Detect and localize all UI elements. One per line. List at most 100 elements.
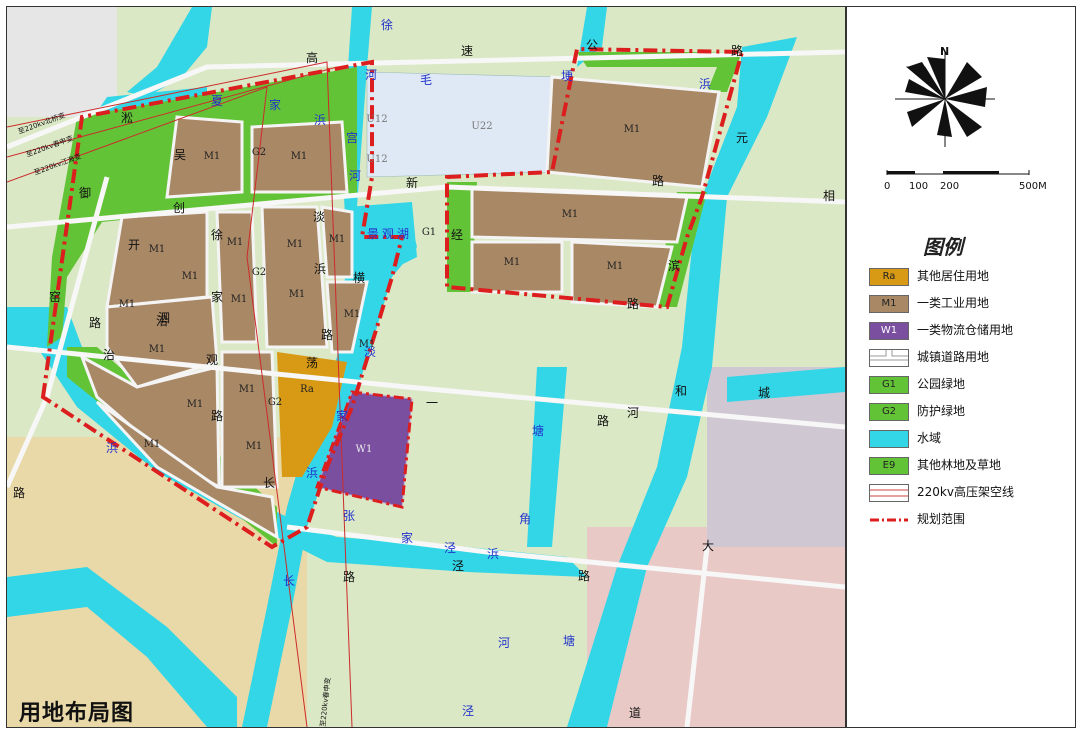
legend-item: W1 一类物流仓储用地 bbox=[869, 320, 1069, 340]
water-name-char: 河 bbox=[349, 169, 361, 183]
road-name-char: 经 bbox=[451, 228, 463, 242]
zone-label: M1 bbox=[239, 384, 256, 395]
legend-swatch-logistics: W1 bbox=[869, 322, 909, 340]
legend-swatch-forest: E9 bbox=[869, 457, 909, 475]
map-title: 用地布局图 bbox=[19, 701, 135, 726]
road-name-char: 路 bbox=[731, 43, 743, 58]
zone-label: M1 bbox=[149, 244, 166, 255]
map-figure: M1 M1 M1 M1 M1 M1 M1 M1 M1 M1 M1 M1 M1 M… bbox=[0, 0, 1080, 732]
boundary-symbol-icon bbox=[870, 518, 908, 522]
road-name-char: 路 bbox=[597, 413, 609, 428]
legend-item: G1 公园绿地 bbox=[869, 374, 1069, 394]
water-name-char: 浜 bbox=[487, 547, 499, 561]
road-name-char: 道 bbox=[629, 706, 641, 720]
water-jiaotang-river bbox=[527, 367, 567, 547]
road-name-char: 泗 bbox=[158, 311, 170, 325]
utility-group bbox=[366, 71, 558, 178]
zone-label: M1 bbox=[504, 257, 521, 268]
legend-item: 规划范围 bbox=[869, 509, 1069, 529]
scale-tick-label: 0 bbox=[884, 181, 891, 192]
water-name-char: 徐 bbox=[381, 17, 393, 32]
industrial-block-e3 bbox=[570, 240, 674, 309]
zone-label: M1 bbox=[624, 124, 641, 135]
legend-swatch-powerline bbox=[869, 484, 909, 502]
road-name-char: 相 bbox=[823, 189, 835, 203]
legend-label: 水域 bbox=[917, 431, 942, 445]
road-name-char: 大 bbox=[702, 539, 714, 553]
road-name-char: 路 bbox=[321, 327, 333, 342]
zone-label-u22: U22 bbox=[471, 121, 492, 132]
industrial-block-5 bbox=[260, 205, 329, 349]
water-name-char: 浜 bbox=[106, 441, 118, 455]
road-name-char: 路 bbox=[652, 173, 664, 188]
water-name-char: 浜 bbox=[306, 466, 318, 480]
water-name-char: 观 bbox=[382, 227, 394, 241]
road-name-char: 浜 bbox=[314, 262, 326, 276]
road-name-char: 横 bbox=[353, 271, 365, 285]
terrain-northwest bbox=[7, 7, 117, 117]
road-name-char: 开 bbox=[128, 238, 140, 252]
road-name-char: 治 bbox=[103, 348, 115, 362]
zone-label: M1 bbox=[246, 441, 263, 452]
zone-label: M1 bbox=[287, 239, 304, 250]
road-name-char: 河 bbox=[627, 406, 639, 420]
zone-label: M1 bbox=[204, 151, 221, 162]
scale-tick-label: 200 bbox=[940, 181, 960, 192]
scale-bar bbox=[886, 170, 1030, 175]
utility-u22 bbox=[366, 71, 558, 178]
water-name-char: 景 bbox=[367, 227, 379, 241]
road-name-char: 徐 bbox=[211, 227, 223, 242]
scale-tick-label: 500M bbox=[1019, 181, 1047, 192]
road-symbol-icon bbox=[870, 350, 908, 361]
road-name-char: 元 bbox=[736, 131, 748, 145]
water-name-char: 河 bbox=[498, 636, 510, 650]
water-name-char: 长 bbox=[283, 574, 295, 588]
zone-label-g2: G2 bbox=[252, 147, 266, 158]
road-name-char: 高 bbox=[306, 50, 318, 65]
road-name-char: 荡 bbox=[306, 356, 318, 370]
water-name-char: 家 bbox=[269, 97, 281, 112]
zone-label-u12: U12 bbox=[366, 154, 387, 165]
legend-label: 防护绿地 bbox=[917, 404, 966, 418]
zone-label: M1 bbox=[329, 234, 346, 245]
road-name-char: 路 bbox=[578, 568, 590, 583]
zone-label-ra: Ra bbox=[300, 384, 314, 395]
legend-label: 其他居住用地 bbox=[917, 269, 990, 283]
water-name-char: 泾 bbox=[444, 541, 456, 555]
road-name-char: 一 bbox=[426, 396, 438, 410]
legend-label: 城镇道路用地 bbox=[917, 350, 990, 364]
zone-label: M1 bbox=[289, 289, 306, 300]
legend-item: 城镇道路用地 bbox=[869, 347, 1069, 367]
water-name-char: 角 bbox=[519, 512, 531, 526]
zone-label-u12: U12 bbox=[366, 114, 387, 125]
road-name-char: 吴 bbox=[174, 148, 186, 162]
road-name-char: 速 bbox=[461, 44, 473, 58]
road-name-char: 和 bbox=[675, 384, 687, 398]
compass-icon bbox=[895, 52, 995, 147]
road-name-char: 路 bbox=[627, 296, 639, 311]
road-name-char: 路 bbox=[13, 485, 25, 500]
zone-label-g1: G1 bbox=[422, 227, 436, 238]
zone-label: M1 bbox=[607, 261, 624, 272]
legend-item: Ra 其他居住用地 bbox=[869, 266, 1069, 286]
water-name-char: 塘 bbox=[563, 633, 575, 648]
water-name-char: 毛 bbox=[420, 73, 432, 87]
legend-item: 220kv高压架空线 bbox=[869, 482, 1069, 502]
water-name-char: 夏 bbox=[211, 94, 223, 108]
power-line-label: 至220kv春申变 bbox=[318, 677, 332, 727]
water-name-char: 湖 bbox=[397, 226, 409, 241]
road-name-char: 创 bbox=[173, 201, 185, 215]
zone-label: M1 bbox=[562, 209, 579, 220]
compass-and-scale bbox=[886, 52, 1030, 175]
water-name-char: 家 bbox=[336, 408, 348, 423]
road-name-char: 淞 bbox=[121, 111, 133, 125]
water-name-char: 埂 bbox=[561, 69, 573, 83]
powerline-symbol-icon bbox=[870, 489, 908, 497]
zone-label: M1 bbox=[227, 237, 244, 248]
legend-swatch-park: G1 bbox=[869, 376, 909, 394]
road-name-char: 御 bbox=[79, 185, 91, 200]
map-canvas: M1 M1 M1 M1 M1 M1 M1 M1 M1 M1 M1 M1 M1 M… bbox=[7, 7, 845, 727]
legend-swatch-protective: G2 bbox=[869, 403, 909, 421]
legend-label: 其他林地及草地 bbox=[917, 458, 1002, 472]
zone-label: M1 bbox=[182, 271, 199, 282]
